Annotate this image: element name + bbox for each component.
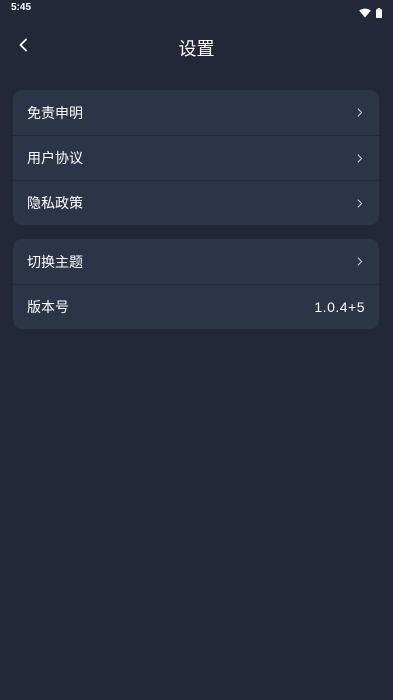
user-agreement-item[interactable]: 用户协议 xyxy=(13,135,379,180)
settings-group-legal: 免责申明 用户协议 隐私政策 xyxy=(13,90,379,225)
chevron-right-icon xyxy=(355,198,365,208)
version-item: 版本号 1.0.4+5 xyxy=(13,284,379,329)
status-bar: 5:45 xyxy=(0,0,393,18)
version-label: 版本号 xyxy=(27,300,69,316)
chevron-right-icon xyxy=(355,153,365,163)
page-title: 设置 xyxy=(178,39,215,60)
privacy-policy-label: 隐私政策 xyxy=(27,196,83,212)
settings-group-app: 切换主题 版本号 1.0.4+5 xyxy=(13,239,379,329)
user-agreement-label: 用户协议 xyxy=(27,151,83,167)
version-value: 1.0.4+5 xyxy=(314,299,365,315)
disclaimer-label: 免责申明 xyxy=(27,105,83,122)
switch-theme-label: 切换主题 xyxy=(27,254,83,271)
app-bar: 设置 xyxy=(0,18,393,74)
switch-theme-item[interactable]: 切换主题 xyxy=(13,239,379,284)
privacy-policy-item[interactable]: 隐私政策 xyxy=(13,180,379,225)
disclaimer-item[interactable]: 免责申明 xyxy=(13,90,379,135)
status-time: 5:45 xyxy=(11,2,32,13)
chevron-right-icon xyxy=(355,257,365,267)
chevron-right-icon xyxy=(355,108,365,118)
